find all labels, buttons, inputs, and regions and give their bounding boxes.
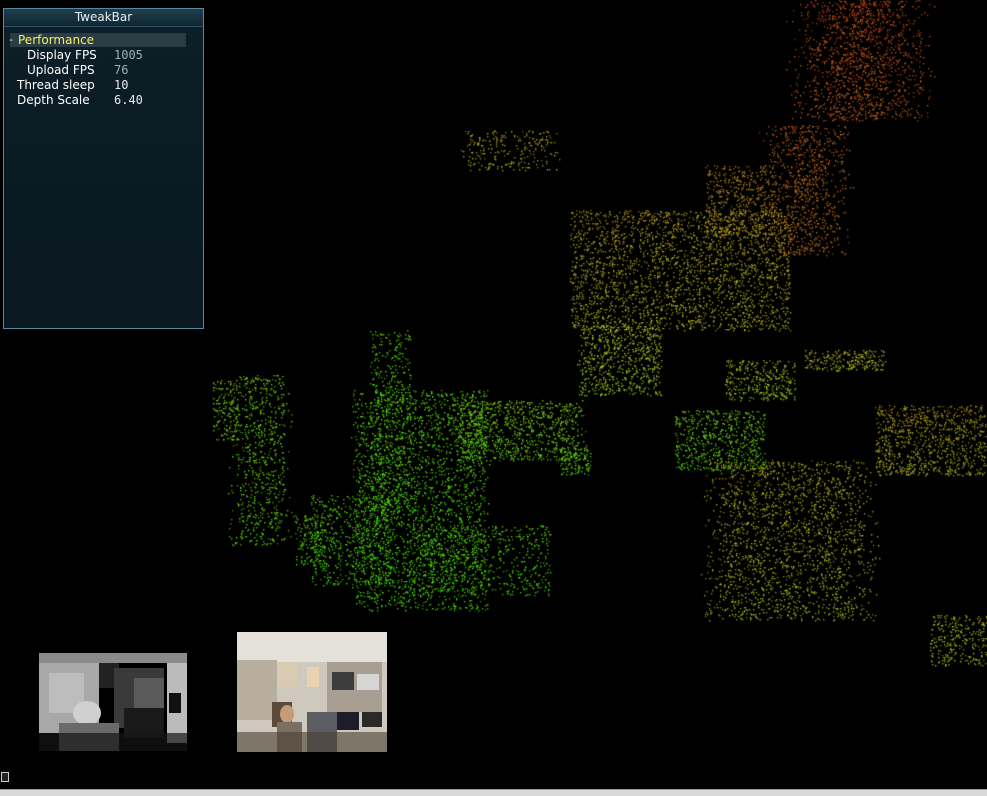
small-window-icon[interactable]	[1, 772, 9, 782]
depth-scale-value[interactable]: 6.40	[114, 93, 143, 108]
thread-sleep-label: Thread sleep	[17, 78, 95, 92]
collapse-toggle-icon[interactable]: -	[7, 33, 15, 47]
row-display-fps: Display FPS 1005	[4, 48, 186, 63]
depth-scale-label: Depth Scale	[17, 93, 90, 107]
row-thread-sleep[interactable]: Thread sleep 10	[4, 78, 186, 93]
tweakbar-panel[interactable]: TweakBar - Performance Display FPS 1005 …	[3, 8, 204, 329]
depth-camera-thumbnail	[39, 653, 187, 751]
display-fps-label: Display FPS	[27, 48, 97, 62]
group-performance[interactable]: - Performance	[7, 33, 186, 47]
row-depth-scale[interactable]: Depth Scale 6.40	[4, 93, 186, 108]
tweakbar-title[interactable]: TweakBar	[4, 9, 203, 27]
rgb-camera-thumbnail	[237, 632, 387, 752]
group-label[interactable]: Performance	[18, 33, 94, 47]
thread-sleep-value[interactable]: 10	[114, 78, 128, 93]
upload-fps-value: 76	[114, 63, 129, 77]
tweakbar-body: - Performance Display FPS 1005 Upload FP…	[4, 27, 203, 328]
display-fps-value: 1005	[114, 48, 143, 62]
row-upload-fps: Upload FPS 76	[4, 63, 186, 78]
upload-fps-label: Upload FPS	[27, 63, 95, 77]
